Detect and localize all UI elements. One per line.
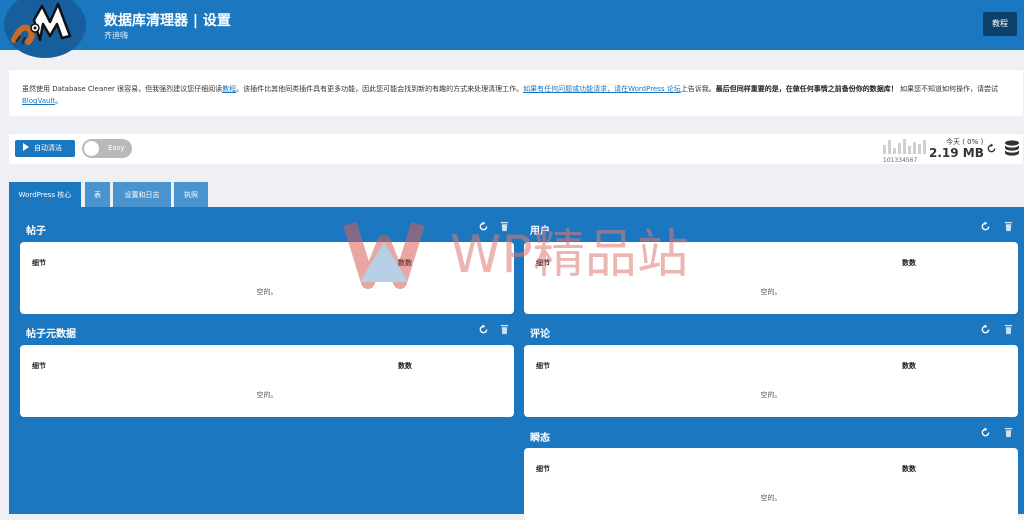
size-history-chart: 101334567 (883, 136, 927, 164)
refresh-icon[interactable] (980, 324, 991, 335)
postmeta-card: 细节 数数 空的。 (20, 345, 514, 417)
tab-tables[interactable]: 表 (85, 182, 110, 208)
chart-bar (898, 143, 901, 154)
tab-settings-logs[interactable]: 设置和日志 (113, 182, 171, 208)
trash-icon[interactable] (1003, 427, 1014, 438)
forum-link[interactable]: 如果有任何问题或功能请求，请在WordPress 论坛 (523, 85, 681, 93)
refresh-icon[interactable] (986, 143, 997, 154)
tutorial-button[interactable]: 教程 (983, 12, 1017, 36)
backup-warning: 最后但同样重要的是，在做任何事情之前备份你的数据库！ (715, 85, 898, 93)
page-title: 数据库清理器 | 设置 (104, 13, 231, 29)
section-title-transients: 瞬态 (530, 433, 550, 444)
tab-license[interactable]: 执照 (174, 182, 208, 208)
toolbar: 自动清洁 Easy 101334567 今天 ( 0% ) 2.19 MB (9, 134, 1023, 164)
notice-text-part: 。 (55, 97, 63, 105)
mode-label: Easy (108, 144, 125, 152)
section-title-comments: 评论 (530, 329, 550, 340)
section-title-postmeta: 帖子元数据 (26, 329, 76, 340)
col-detail: 细节 (536, 465, 550, 473)
trash-icon[interactable] (1003, 324, 1014, 335)
col-count: 数数 (902, 362, 916, 370)
chart-bar (893, 148, 896, 154)
tab-wordpress-core[interactable]: WordPress 核心 (9, 182, 81, 208)
trash-icon[interactable] (499, 324, 510, 335)
chart-bar (883, 145, 886, 154)
notice-text-part: 如果您不知道如何操作，请尝试 (897, 85, 998, 93)
section-title-posts: 帖子 (26, 226, 46, 237)
blogvault-link[interactable]: BlogVault (22, 97, 55, 105)
col-count: 数数 (398, 362, 412, 370)
wp-watermark: WP精品站 (343, 221, 689, 289)
notice-box: 虽然使用 Database Cleaner 很容易，但我强烈建议您仔细阅读教程。… (9, 70, 1023, 116)
notice-text: 虽然使用 Database Cleaner 很容易，但我强烈建议您仔细阅读教程。… (22, 83, 1018, 107)
col-detail: 细节 (536, 362, 550, 370)
chart-bar (923, 140, 926, 154)
trash-icon[interactable] (1003, 221, 1014, 232)
refresh-icon[interactable] (980, 221, 991, 232)
comments-card: 细节 数数 空的。 (524, 345, 1018, 417)
mode-toggle[interactable]: Easy (82, 139, 132, 158)
app-header: 数据库清理器 | 设置 齐迪嗨 教程 (0, 0, 1024, 58)
notice-text-part: 虽然使用 Database Cleaner 很容易，但我强烈建议您仔细阅读 (22, 85, 223, 93)
toggle-knob (84, 141, 99, 156)
col-detail: 细节 (32, 259, 46, 267)
refresh-icon[interactable] (980, 427, 991, 438)
play-icon (23, 143, 29, 151)
notice-text-part: 上告诉我。 (680, 85, 716, 93)
col-detail: 细节 (32, 362, 46, 370)
watermark-text: WP精品站 (450, 225, 689, 285)
notice-text-part: 。该插件比其他同类插件具有更多功能，因此您可能会找到新的有趣的方式来处理清理工作… (236, 85, 524, 93)
tutorial-link[interactable]: 教程 (222, 85, 236, 93)
chart-bar (913, 142, 916, 154)
auto-clean-label: 自动清洁 (34, 144, 62, 152)
empty-message: 空的。 (256, 391, 278, 399)
page-subtitle: 齐迪嗨 (104, 31, 128, 40)
col-count: 数数 (902, 259, 916, 267)
mascot-logo (4, 0, 86, 58)
chart-digits: 101334567 (883, 157, 918, 164)
empty-message: 空的。 (760, 494, 782, 502)
auto-clean-button[interactable]: 自动清洁 (15, 140, 75, 157)
chart-bar (908, 146, 911, 154)
empty-message: 空的。 (760, 391, 782, 399)
refresh-icon[interactable] (478, 324, 489, 335)
db-size: 2.19 MB (929, 146, 984, 160)
database-icon[interactable] (1004, 140, 1020, 158)
chart-bar (888, 140, 891, 154)
chart-bar (918, 144, 921, 154)
transients-card: 细节 数数 空的。 (524, 448, 1018, 520)
col-count: 数数 (902, 465, 916, 473)
chart-bar (903, 139, 906, 154)
